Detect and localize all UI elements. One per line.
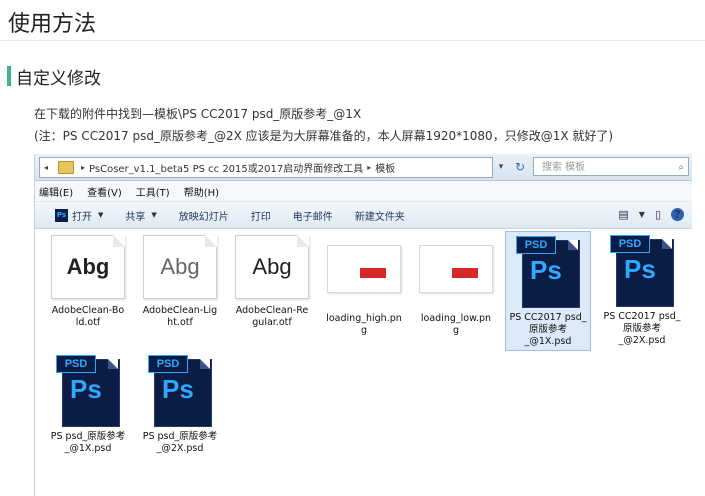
font-file-icon: Abg xyxy=(143,235,217,299)
address-dropdown-icon[interactable]: ▾ xyxy=(493,158,509,176)
section-heading: 自定义修改 xyxy=(16,69,101,89)
help-icon[interactable]: ? xyxy=(671,208,684,221)
email-button[interactable]: 电子邮件 xyxy=(293,208,333,223)
section-accent-bar xyxy=(7,66,11,86)
file-name: AdobeClean-Bo ld.otf xyxy=(51,305,125,328)
file-name: AdobeClean-Re gular.otf xyxy=(235,305,309,328)
print-label: 打印 xyxy=(250,211,271,223)
back-arrow-icon[interactable]: ◂ xyxy=(44,163,48,172)
note-text: (注：PS CC2017 psd_原版参考_@2X 应该是为大屏幕准备的，本人屏… xyxy=(34,129,614,143)
address-bar[interactable]: ◂ ▸ PsCoser_v1.1_beta5 PS cc 2015或2017启动… xyxy=(39,157,493,178)
file-name: loading_low.pn g xyxy=(420,313,492,336)
breadcrumb-tool-folder[interactable]: PsCoser_v1.1_beta5 PS cc 2015或2017启动界面修改… xyxy=(89,160,363,175)
file-item[interactable]: PSD Ps PS CC2017 psd_ 原版参考 _@2X.psd xyxy=(599,235,685,347)
view-options-icon[interactable]: ▤ xyxy=(618,208,628,221)
file-name: PS psd_原版参考 _@2X.psd xyxy=(142,431,218,454)
open-button[interactable]: Ps 打开 ▼ xyxy=(55,208,103,223)
share-label: 共享 xyxy=(125,211,146,223)
file-list-pane: Abg AdobeClean-Bo ld.otf Abg AdobeClean-L… xyxy=(35,229,692,496)
file-item-selected[interactable]: PSD Ps PS CC2017 psd_ 原版参考 _@1X.psd xyxy=(505,231,591,351)
preview-pane-icon[interactable]: ▯ xyxy=(655,208,661,221)
folder-icon xyxy=(58,161,75,174)
font-file-icon: Abg xyxy=(51,235,125,299)
print-button[interactable]: 打印 xyxy=(251,208,271,223)
photoshop-icon: Ps xyxy=(55,208,68,222)
menu-help[interactable]: 帮助(H) xyxy=(184,184,219,199)
breadcrumb-separator-icon: ▸ xyxy=(367,163,372,172)
command-toolbar: Ps 打开 ▼ 共享 ▼ 放映幻灯片 打印 电子邮件 新建文件夹 ▤ ▼ ▯ ? xyxy=(35,202,692,229)
psd-file-icon: PSD Ps xyxy=(516,236,580,308)
menu-view[interactable]: 查看(V) xyxy=(87,184,122,199)
new-folder-label: 新建文件夹 xyxy=(354,211,405,223)
slideshow-button[interactable]: 放映幻灯片 xyxy=(179,208,229,223)
open-label: 打开 xyxy=(72,211,92,223)
slideshow-label: 放映幻灯片 xyxy=(178,211,229,223)
file-item[interactable]: PSD Ps PS psd_原版参考 _@1X.psd xyxy=(45,355,131,455)
file-item[interactable]: Abg AdobeClean-Lig ht.otf xyxy=(137,235,223,329)
png-file-icon xyxy=(419,245,493,293)
file-explorer-window: ◂ ▸ PsCoser_v1.1_beta5 PS cc 2015或2017启动… xyxy=(34,154,692,496)
psd-file-icon: PSD Ps xyxy=(148,355,212,427)
chevron-down-icon: ▼ xyxy=(98,211,104,219)
psd-file-icon: PSD Ps xyxy=(56,355,120,427)
share-button[interactable]: 共享 ▼ xyxy=(125,208,156,223)
search-placeholder: 搜索 模板 xyxy=(542,162,586,173)
page-title: 使用方法 xyxy=(8,12,97,37)
refresh-icon[interactable]: ↻ xyxy=(511,158,529,176)
font-file-icon: Abg xyxy=(235,235,309,299)
file-name: AdobeClean-Lig ht.otf xyxy=(142,305,218,328)
email-label: 电子邮件 xyxy=(292,211,333,223)
file-name: PS CC2017 psd_ 原版参考 _@2X.psd xyxy=(603,311,681,346)
chevron-down-icon: ▼ xyxy=(151,211,157,219)
png-file-icon xyxy=(327,245,401,293)
file-name: PS psd_原版参考 _@1X.psd xyxy=(50,431,126,454)
toolbar-right-controls: ▤ ▼ ▯ ? xyxy=(608,208,684,221)
file-item[interactable]: loading_low.pn g xyxy=(413,235,499,337)
file-item[interactable]: PSD Ps PS psd_原版参考 _@2X.psd xyxy=(137,355,223,455)
psd-file-icon: PSD Ps xyxy=(610,235,674,307)
file-name: PS CC2017 psd_ 原版参考 _@1X.psd xyxy=(509,312,587,347)
file-item[interactable]: Abg AdobeClean-Bo ld.otf xyxy=(45,235,131,329)
new-folder-button[interactable]: 新建文件夹 xyxy=(355,208,405,223)
menu-edit[interactable]: 编辑(E) xyxy=(39,184,73,199)
title-divider xyxy=(0,40,705,41)
menu-bar: 编辑(E) 查看(V) 工具(T) 帮助(H) xyxy=(35,181,692,202)
chevron-down-icon[interactable]: ▼ xyxy=(639,210,645,219)
breadcrumb-template-folder[interactable]: 模板 xyxy=(375,160,395,175)
file-item[interactable]: Abg AdobeClean-Re gular.otf xyxy=(229,235,315,329)
address-bar-row: ◂ ▸ PsCoser_v1.1_beta5 PS cc 2015或2017启动… xyxy=(35,154,692,181)
instruction-text: 在下载的附件中找到—模板\PS CC2017 psd_原版参考_@1X xyxy=(34,107,362,121)
breadcrumb-separator-icon: ▸ xyxy=(81,163,86,172)
file-item[interactable]: loading_high.pn g xyxy=(321,235,407,337)
search-input[interactable]: 搜索 模板 ⌕ xyxy=(533,157,689,176)
search-icon[interactable]: ⌕ xyxy=(678,158,684,177)
file-name: loading_high.pn g xyxy=(326,313,402,336)
menu-tools[interactable]: 工具(T) xyxy=(136,184,170,199)
